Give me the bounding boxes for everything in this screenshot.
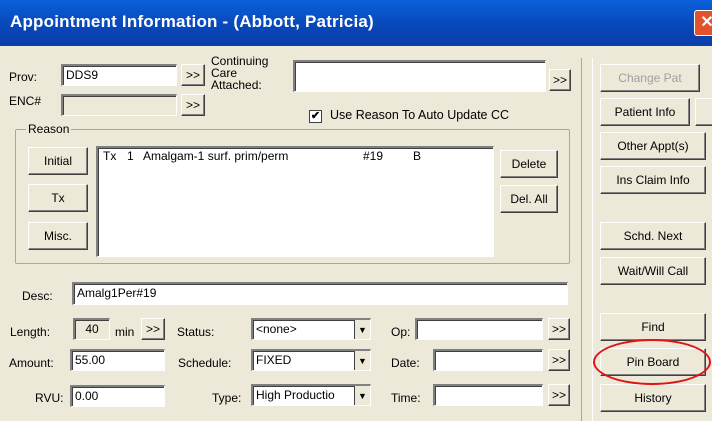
enc-more-button[interactable]: >> — [181, 94, 205, 116]
history-button[interactable]: History — [600, 384, 706, 412]
status-label: Status: — [177, 325, 215, 339]
reason-num: 1 — [127, 149, 134, 163]
list-item[interactable]: Tx 1 Amalgam-1 surf. prim/perm #19 B — [103, 149, 488, 165]
rvu-label: RVU: — [35, 391, 64, 405]
reason-code: Tx — [103, 149, 117, 163]
appointment-window: Appointment Information - (Abbott, Patri… — [0, 0, 712, 421]
date-label: Date: — [391, 356, 420, 370]
amount-label: Amount: — [9, 356, 54, 370]
length-unit: min — [115, 325, 135, 339]
delete-all-button[interactable]: Del. All — [500, 185, 558, 213]
op-more-button[interactable]: >> — [548, 318, 570, 340]
schedule-value: FIXED — [256, 353, 292, 367]
column-divider — [581, 58, 582, 421]
chevron-down-icon[interactable]: ▼ — [354, 320, 370, 339]
continuing-care-more-button[interactable]: >> — [549, 69, 571, 91]
enc-label: ENC# — [9, 94, 42, 108]
patient-info-extra-button[interactable] — [695, 98, 712, 126]
reason-tooth: #19 — [363, 149, 384, 163]
time-more-button[interactable]: >> — [548, 384, 570, 406]
schedule-select[interactable]: FIXED ▼ — [251, 349, 371, 371]
length-more-button[interactable]: >> — [141, 318, 165, 340]
ins-claim-button[interactable]: Ins Claim Info — [600, 166, 706, 194]
find-button[interactable]: Find — [600, 313, 706, 341]
op-label: Op: — [391, 325, 411, 339]
length-label: Length: — [10, 325, 51, 339]
use-reason-label: Use Reason To Auto Update CC — [330, 108, 510, 122]
time-input[interactable] — [433, 384, 543, 406]
date-more-button[interactable]: >> — [548, 349, 570, 371]
status-value: <none> — [256, 322, 297, 336]
change-pat-button[interactable]: Change Pat — [600, 64, 700, 92]
continuing-care-label: Continuing Care Attached: — [211, 54, 269, 92]
chevron-down-icon[interactable]: ▼ — [354, 386, 370, 405]
misc-button[interactable]: Misc. — [28, 222, 88, 250]
delete-button[interactable]: Delete — [500, 150, 558, 178]
window-title: Appointment Information - (Abbott, Patri… — [10, 12, 374, 31]
tx-button[interactable]: Tx — [28, 184, 88, 212]
type-value: High Productio — [256, 388, 335, 402]
initial-button[interactable]: Initial — [28, 147, 88, 175]
status-select[interactable]: <none> ▼ — [251, 318, 371, 340]
prov-label: Prov: — [9, 70, 38, 84]
title-bar: Appointment Information - (Abbott, Patri… — [0, 0, 712, 46]
rvu-input[interactable]: 0.00 — [70, 385, 165, 407]
prov-more-button[interactable]: >> — [181, 64, 205, 86]
reason-list[interactable]: Tx 1 Amalgam-1 surf. prim/perm #19 B — [96, 146, 494, 257]
enc-input[interactable] — [61, 94, 177, 116]
reason-surface: B — [413, 149, 422, 163]
time-label: Time: — [391, 391, 421, 405]
reason-desc: Amalgam-1 surf. prim/perm — [143, 149, 289, 163]
schedule-label: Schedule: — [178, 356, 232, 370]
use-reason-checkbox[interactable]: ✔ — [309, 110, 322, 123]
schd-next-button[interactable]: Schd. Next — [600, 222, 706, 250]
close-icon[interactable]: ✕ — [694, 10, 712, 36]
other-appts-button[interactable]: Other Appt(s) — [600, 132, 706, 160]
reason-group-title: Reason — [26, 122, 72, 136]
highlight-ellipse — [593, 339, 711, 385]
desc-label: Desc: — [22, 289, 53, 303]
chevron-down-icon[interactable]: ▼ — [354, 351, 370, 370]
amount-input[interactable]: 55.00 — [70, 349, 165, 371]
patient-info-button[interactable]: Patient Info — [600, 98, 690, 126]
column-divider-highlight — [592, 58, 593, 421]
length-input[interactable]: 40 — [73, 318, 110, 340]
prov-input[interactable]: DDS9 — [61, 64, 177, 86]
date-input[interactable] — [433, 349, 543, 371]
type-label: Type: — [212, 391, 242, 405]
type-select[interactable]: High Productio ▼ — [251, 384, 371, 406]
continuing-care-input[interactable] — [293, 60, 546, 92]
desc-input[interactable]: Amalg1Per#19 — [72, 282, 568, 305]
op-input[interactable] — [415, 318, 543, 340]
wait-will-call-button[interactable]: Wait/Will Call — [600, 257, 706, 285]
